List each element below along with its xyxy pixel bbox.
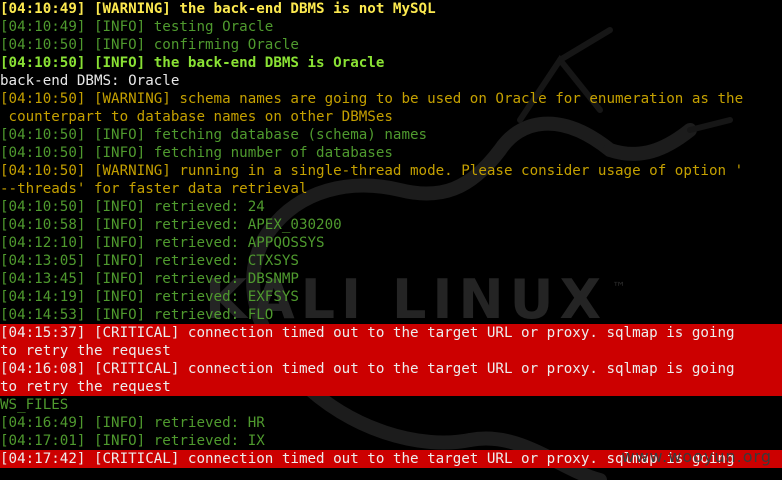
output-line-22: to retry the request (0, 378, 782, 396)
terminal-window[interactable]: KALI LINUX ™ [04:10:49] [WARNING] the ba… (0, 0, 782, 480)
output-line-25: [04:17:01] [INFO] retrieved: IX (0, 433, 265, 449)
terminal-output: [04:10:49] [WARNING] the back-end DBMS i… (0, 0, 782, 468)
output-line-14: [04:12:10] [INFO] retrieved: APPQOSSYS (0, 235, 325, 251)
output-line-21: [04:16:08] [CRITICAL] connection timed o… (0, 360, 782, 378)
output-line-8: [04:10:50] [INFO] fetching database (sch… (0, 127, 428, 143)
output-line-2: [04:10:49] [INFO] testing Oracle (0, 19, 274, 35)
output-line-19: [04:15:37] [CRITICAL] connection timed o… (0, 324, 782, 342)
output-line-17: [04:14:19] [INFO] retrieved: EXFSYS (0, 289, 299, 305)
output-line-26: [04:17:42] [CRITICAL] connection timed o… (0, 450, 782, 468)
output-line-1: [04:10:49] [WARNING] the back-end DBMS i… (0, 1, 436, 17)
output-line-15: [04:13:05] [INFO] retrieved: CTXSYS (0, 253, 299, 269)
output-line-7: counterpart to database names on other D… (0, 109, 393, 125)
output-line-5: back-end DBMS: Oracle (0, 73, 180, 89)
output-line-13: [04:10:58] [INFO] retrieved: APEX_030200 (0, 217, 342, 233)
output-line-24: [04:16:49] [INFO] retrieved: HR (0, 415, 265, 431)
output-line-6: [04:10:50] [WARNING] schema names are go… (0, 91, 744, 107)
output-line-4: [04:10:50] [INFO] the back-end DBMS is O… (0, 55, 385, 71)
output-line-16: [04:13:45] [INFO] retrieved: DBSNMP (0, 271, 299, 287)
output-line-12: [04:10:50] [INFO] retrieved: 24 (0, 199, 265, 215)
output-line-23: WS_FILES (0, 397, 69, 413)
output-line-11: --threads' for faster data retrieval (0, 181, 308, 197)
output-line-9: [04:10:50] [INFO] fetching number of dat… (0, 145, 393, 161)
output-line-3: [04:10:50] [INFO] confirming Oracle (0, 37, 299, 53)
output-line-20: to retry the request (0, 342, 782, 360)
output-line-18: [04:14:53] [INFO] retrieved: FLO (0, 307, 274, 323)
output-line-10: [04:10:50] [WARNING] running in a single… (0, 163, 744, 179)
